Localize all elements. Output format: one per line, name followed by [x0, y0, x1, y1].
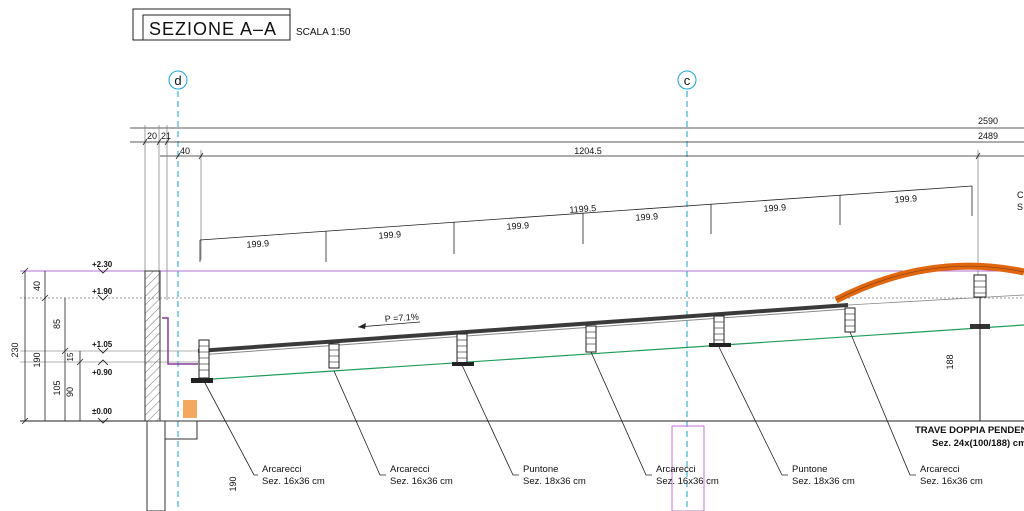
vdim-105-label: 105 — [52, 380, 62, 395]
purlins — [191, 274, 987, 383]
beam-label-line2: Sez. 24x(100/188) cm — [932, 438, 1024, 449]
gridline-d-label: d — [174, 73, 181, 88]
dim-span: 2489 — [978, 131, 998, 141]
leader-6 — [849, 331, 916, 476]
dim-offset-a: 20 — [147, 131, 157, 141]
leader-4 — [590, 351, 652, 476]
dim-bay-4: 199.9 — [635, 211, 658, 223]
callout-6-name: Arcarecci — [920, 464, 960, 475]
dim-bay-2: 199.9 — [378, 229, 401, 241]
callout-6-section: Sez. 16x36 cm — [920, 476, 983, 487]
purlin-4 — [585, 325, 597, 353]
callout-3-section: Sez. 18x36 cm — [523, 476, 586, 487]
callout-6: Arcarecci Sez. 16x36 cm — [920, 464, 983, 487]
gridline-c-label: c — [684, 73, 691, 88]
drawing-canvas: SEZIONE A–A SCALA 1:50 d c 2590 2489 20 … — [0, 0, 1024, 511]
leader-5 — [718, 346, 788, 476]
wall-section — [144, 270, 161, 422]
slope-indicator: P =7.1% — [357, 312, 421, 329]
callout-1: Arcarecci Sez. 16x36 cm — [262, 464, 325, 487]
callout-5-name: Puntone — [792, 464, 827, 475]
slope-arrow-head — [358, 323, 366, 329]
vdim-190b-label: 190 — [228, 476, 238, 491]
column-below — [146, 420, 166, 511]
purlin-2 — [328, 343, 340, 369]
dim-bay-5: 199.9 — [763, 202, 786, 214]
leader-lines — [204, 331, 916, 476]
vdim-40-label: 40 — [32, 281, 42, 291]
callout-5: Puntone Sez. 18x36 cm — [792, 464, 855, 487]
roof-structure — [197, 262, 1024, 421]
sloped-dimensions — [199, 185, 973, 262]
orange-block — [183, 400, 197, 418]
callout-3: Puntone Sez. 18x36 cm — [523, 464, 586, 487]
purlin-5 — [709, 315, 731, 347]
level-105: +1.05 — [92, 340, 113, 349]
purlin-1 — [191, 339, 213, 383]
purlin-6 — [844, 307, 856, 333]
purlin-7 — [973, 274, 987, 298]
roof-underside — [197, 308, 849, 356]
vdim-188-label: 188 — [945, 354, 955, 369]
roof-deck — [197, 303, 849, 353]
vdim-85-label: 85 — [52, 319, 62, 329]
callout-4-section: Sez. 16x36 cm — [656, 476, 719, 487]
edge-label-top: C — [1017, 190, 1024, 200]
vdim-90-label: 90 — [65, 387, 75, 397]
sloped-dimension-labels: 1199.5 199.9 199.9 199.9 199.9 199.9 199… — [246, 193, 917, 250]
leader-3 — [461, 364, 519, 476]
purlin-3 — [452, 333, 474, 366]
vdim-230-label: 230 — [10, 342, 20, 357]
callout-3-name: Puntone — [523, 464, 558, 475]
level-guides — [20, 270, 1024, 422]
axis-gridlines: d c — [168, 70, 697, 511]
roof-continuation — [847, 294, 1024, 306]
wall — [144, 270, 198, 511]
ground-beam — [164, 420, 198, 440]
dim-sloped-total: 1199.5 — [569, 203, 596, 215]
leader-1 — [204, 382, 258, 476]
callout-2: Arcarecci Sez. 16x36 cm — [390, 464, 453, 487]
dim-offset-c: 40 — [180, 146, 190, 156]
scale-label: SCALA 1:50 — [296, 27, 351, 38]
callout-5-section: Sez. 18x36 cm — [792, 476, 855, 487]
level-markers: +2.30 +1.90 +1.05 +0.90 ±0.00 — [92, 260, 113, 424]
top-dimension-labels: 2590 2489 20 21 40 1204.5 — [147, 116, 998, 156]
callout-1-section: Sez. 16x36 cm — [262, 476, 325, 487]
beam-label-line1: TRAVE DOPPIA PENDEN — [915, 425, 1024, 436]
dim-total: 2590 — [978, 116, 998, 126]
level-190: +1.90 — [92, 287, 113, 296]
level-000: ±0.00 — [92, 407, 113, 416]
section-drawing: SEZIONE A–A SCALA 1:50 d c 2590 2489 20 … — [10, 8, 1024, 511]
callout-4: Arcarecci Sez. 16x36 cm — [656, 464, 719, 487]
level-230: +2.30 — [92, 260, 113, 269]
dim-bay-3: 199.9 — [506, 220, 529, 232]
vdim-190-label: 190 — [32, 352, 42, 367]
leader-2 — [333, 370, 386, 476]
callout-2-section: Sez. 16x36 cm — [390, 476, 453, 487]
dim-bay-6: 199.9 — [894, 193, 917, 205]
title-block: SEZIONE A–A SCALA 1:50 — [132, 8, 351, 41]
dim-first-span: 1204.5 — [574, 146, 602, 156]
dim-offset-b: 21 — [161, 131, 171, 141]
green-line — [197, 324, 1024, 381]
dim-bay-1: 199.9 — [246, 238, 269, 250]
callouts: Arcarecci Sez. 16x36 cm Arcarecci Sez. 1… — [262, 464, 983, 487]
callout-1-name: Arcarecci — [262, 464, 302, 475]
level-090: +0.90 — [92, 368, 113, 377]
callout-4-name: Arcarecci — [656, 464, 696, 475]
callout-2-name: Arcarecci — [390, 464, 430, 475]
level-marker-090 — [97, 359, 109, 366]
vdim-15-label: 15 — [66, 352, 75, 361]
flashing — [162, 317, 198, 365]
edge-label-bottom: S — [1017, 202, 1023, 212]
section-title: SEZIONE A–A — [149, 19, 277, 39]
beam-label: TRAVE DOPPIA PENDEN Sez. 24x(100/188) cm — [915, 425, 1024, 449]
